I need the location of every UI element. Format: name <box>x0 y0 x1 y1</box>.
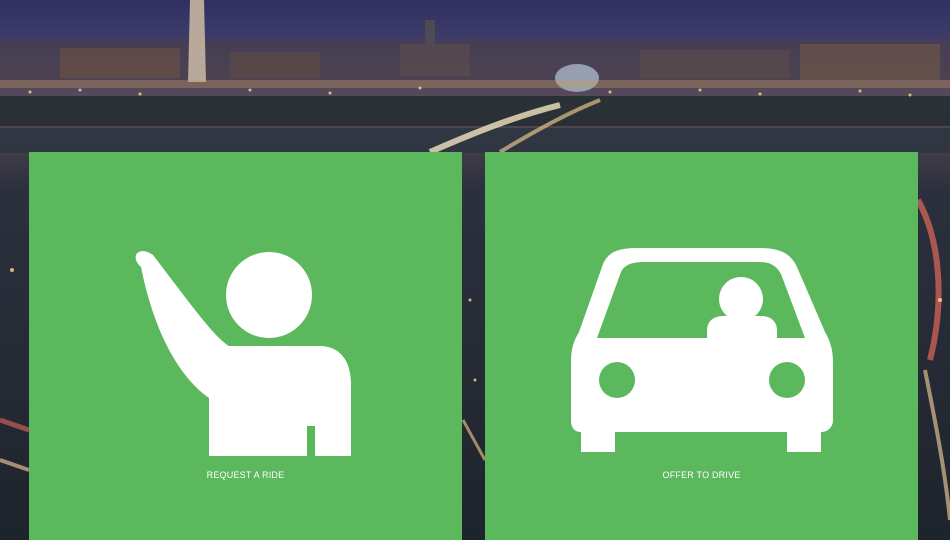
car-driver-icon <box>571 248 833 452</box>
offer-drive-button[interactable]: OFFER TO DRIVE <box>485 152 918 540</box>
offer-drive-label: OFFER TO DRIVE <box>662 470 741 480</box>
request-ride-label: REQUEST A RIDE <box>206 470 285 480</box>
request-ride-button[interactable]: REQUEST A RIDE <box>29 152 462 540</box>
hero-stage: REQUEST A RIDE OFFER TO DRIVE <box>0 0 950 540</box>
hand-raise-person-icon <box>135 251 351 456</box>
